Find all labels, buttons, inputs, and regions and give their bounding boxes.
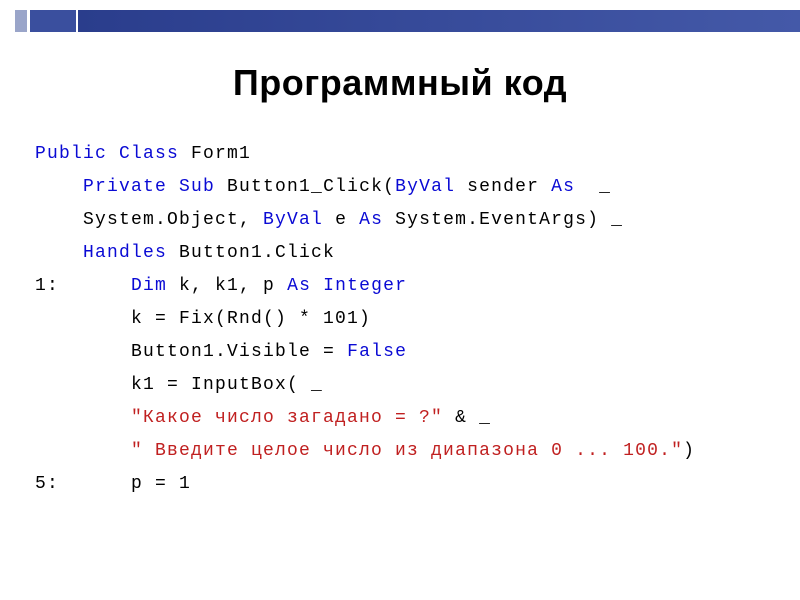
code-text: e <box>323 210 359 230</box>
code-text: p = 1 <box>131 474 191 494</box>
keyword: Handles <box>83 243 167 263</box>
code-text: _ <box>575 177 611 197</box>
string-literal: " Введите целое число из диапазона 0 ...… <box>131 441 683 461</box>
decorative-top-bar <box>0 0 800 40</box>
code-text: System.Object, <box>83 210 263 230</box>
keyword: As <box>359 210 383 230</box>
keyword: False <box>347 342 407 362</box>
bar-segment <box>30 10 76 32</box>
keyword: ByVal <box>395 177 455 197</box>
code-text: ) <box>683 441 695 461</box>
code-text: System.EventArgs) _ <box>383 210 623 230</box>
line-label: 1: <box>35 276 131 296</box>
keyword: As <box>551 177 575 197</box>
code-text: Button1.Visible = <box>131 342 347 362</box>
string-literal: "Какое число загадано = ?" <box>131 408 443 428</box>
indent <box>35 309 131 329</box>
code-text: k, k1, p <box>167 276 287 296</box>
indent <box>35 375 131 395</box>
keyword: As Integer <box>287 276 407 296</box>
indent <box>35 342 131 362</box>
code-text: k1 = InputBox( _ <box>131 375 323 395</box>
code-text: k = Fix(Rnd() * 101) <box>131 309 371 329</box>
indent <box>35 177 83 197</box>
code-text: Button1_Click( <box>215 177 395 197</box>
code-block: Public Class Form1 Private Sub Button1_C… <box>35 138 695 501</box>
code-text: Button1.Click <box>167 243 335 263</box>
keyword: Dim <box>131 276 167 296</box>
keyword: ByVal <box>263 210 323 230</box>
indent <box>35 210 83 230</box>
keyword: Public Class <box>35 144 179 164</box>
code-text: Form1 <box>179 144 251 164</box>
bar-segment <box>78 10 800 32</box>
code-text: sender <box>455 177 551 197</box>
indent <box>35 408 131 428</box>
slide-title: Программный код <box>0 62 800 104</box>
indent <box>35 243 83 263</box>
bar-segment <box>15 10 27 32</box>
keyword: Private Sub <box>83 177 215 197</box>
indent <box>35 441 131 461</box>
code-text: & _ <box>443 408 491 428</box>
line-label: 5: <box>35 474 131 494</box>
